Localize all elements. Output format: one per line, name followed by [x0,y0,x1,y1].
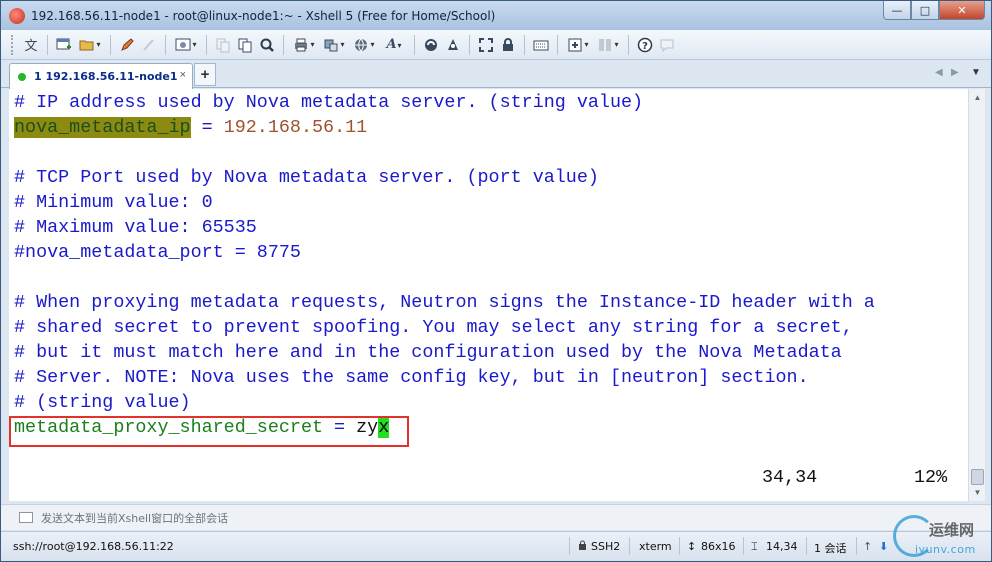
terminal-line: # Maximum value: 65535 [14,217,257,238]
transfer-icon[interactable] [319,34,349,56]
terminal-line: # but it must match here and in the conf… [14,342,842,363]
toolbar-separator [47,34,48,55]
maximize-button[interactable]: □ [911,1,939,20]
session-count: 1 会话 [814,542,847,555]
terminal-line: # Minimum value: 0 [14,192,213,213]
connection-string: ssh://root@192.168.56.11:22 [13,540,174,553]
language-icon[interactable]: 文 [20,34,42,56]
protocol: SSH2 [591,540,621,553]
window-controls: — □ ✕ [883,1,985,20]
status-separator [856,537,857,555]
resize-icon: ↕ [687,540,697,553]
scroll-down-icon[interactable]: ▼ [969,484,986,501]
download-icon[interactable]: ⬇ [879,540,888,553]
cursor-position-icon: ⌶ [751,540,758,553]
status-separator [679,537,680,555]
terminal-line: #nova_metadata_port = 8775 [14,242,301,263]
tab-menu-icon[interactable]: ▼ [971,67,981,78]
print-icon[interactable] [289,34,319,56]
terminal-line: # Server. NOTE: Nova uses the same confi… [14,367,809,388]
toolbar-separator [110,34,111,55]
session-tab-bar: 1 192.168.56.11-node1 × + ◀ ▶ ▼ [1,60,991,89]
find-icon[interactable] [256,34,278,56]
compose-bar[interactable]: 发送文本到当前Xshell窗口的全部会话 [1,504,991,530]
lock-icon[interactable] [497,34,519,56]
open-folder-icon[interactable] [75,34,105,56]
status-separator [806,537,807,555]
terminal-line: # When proxying metadata requests, Neutr… [14,292,875,313]
toolbar-separator [206,34,207,55]
keyboard-icon[interactable] [530,34,552,56]
scrollbar-thumb[interactable] [971,469,984,485]
config-key-highlighted: nova_metadata_ip [14,117,191,138]
toolbar-separator [414,34,415,55]
xshell-window: 192.168.56.11-node1 - root@linux-node1:~… [0,0,992,562]
cursor-position: 14,34 [766,540,798,553]
tab-next-icon[interactable]: ▶ [951,67,959,78]
window-title: 192.168.56.11-node1 - root@linux-node1:~… [31,8,496,23]
tab-close-icon[interactable]: × [180,69,186,81]
main-toolbar: 文 ▾ ▾ ▾ ▾ ▾ A ▾ ▾ ▾ ? [1,30,991,60]
compose-icon [19,512,33,523]
terminal-screen[interactable]: # IP address used by Nova metadata serve… [9,89,968,501]
layout-icon[interactable] [593,34,623,56]
tab-label: 1 192.168.56.11-node1 [34,70,178,83]
highlight-annotation-box [9,416,409,447]
vim-cursor-position: 34,34 [762,467,818,488]
connected-status-icon [18,72,26,81]
vim-scroll-percent: 12% [914,467,948,488]
new-session-icon[interactable] [53,34,75,56]
toolbar-separator [283,34,284,55]
chat-icon[interactable] [656,34,678,56]
terminal-type: xterm [639,540,672,553]
config-value: 192.168.56.11 [223,117,368,138]
scroll-up-icon[interactable]: ▲ [969,89,986,106]
tab-prev-icon[interactable]: ◀ [935,67,943,78]
font-icon[interactable]: A [379,34,409,56]
help-icon[interactable]: ? [634,34,656,56]
reconnect-icon[interactable] [138,34,160,56]
toolbar-separator [469,34,470,55]
terminal-size: 86x16 [701,540,736,553]
scroll-up-icon[interactable]: ↑ [863,540,872,553]
toolbar-separator [524,34,525,55]
edit-icon[interactable] [116,34,138,56]
xmanager-icon[interactable] [442,34,464,56]
status-bar: ssh://root@192.168.56.11:22 SSH2 xterm ↕… [1,531,991,561]
close-button[interactable]: ✕ [939,1,985,20]
terminal-line: nova_metadata_ip = 192.168.56.11 [14,116,367,140]
copy-icon[interactable] [212,34,234,56]
status-separator [629,537,630,555]
vertical-scrollbar[interactable]: ▲ ▼ [968,89,985,501]
toolbar-separator [165,34,166,55]
status-separator [569,537,570,555]
tab-session-1[interactable]: 1 192.168.56.11-node1 × [9,63,193,89]
toolbar-separator [628,34,629,55]
title-bar[interactable]: 192.168.56.11-node1 - root@linux-node1:~… [1,1,991,30]
terminal-line: # (string value) [14,392,191,413]
toolbar-separator [557,34,558,55]
properties-icon[interactable] [171,34,201,56]
xshell-logo-icon [9,7,25,24]
add-tab-button[interactable]: + [194,63,216,86]
terminal-line: # IP address used by Nova metadata serve… [14,92,644,113]
globe-icon[interactable] [349,34,379,56]
svg-text:?: ? [642,41,648,52]
terminal-line: # shared secret to prevent spoofing. You… [14,317,853,338]
status-separator [743,537,744,555]
protocol-lock-icon [578,540,587,553]
xftp-icon[interactable] [420,34,442,56]
config-separator: = [190,117,224,138]
toolbar-grip[interactable] [11,34,14,55]
new-tab-icon[interactable] [563,34,593,56]
compose-placeholder: 发送文本到当前Xshell窗口的全部会话 [41,511,229,525]
paste-icon[interactable] [234,34,256,56]
minimize-button[interactable]: — [883,1,911,20]
terminal-line: # TCP Port used by Nova metadata server.… [14,167,599,188]
fullscreen-icon[interactable] [475,34,497,56]
